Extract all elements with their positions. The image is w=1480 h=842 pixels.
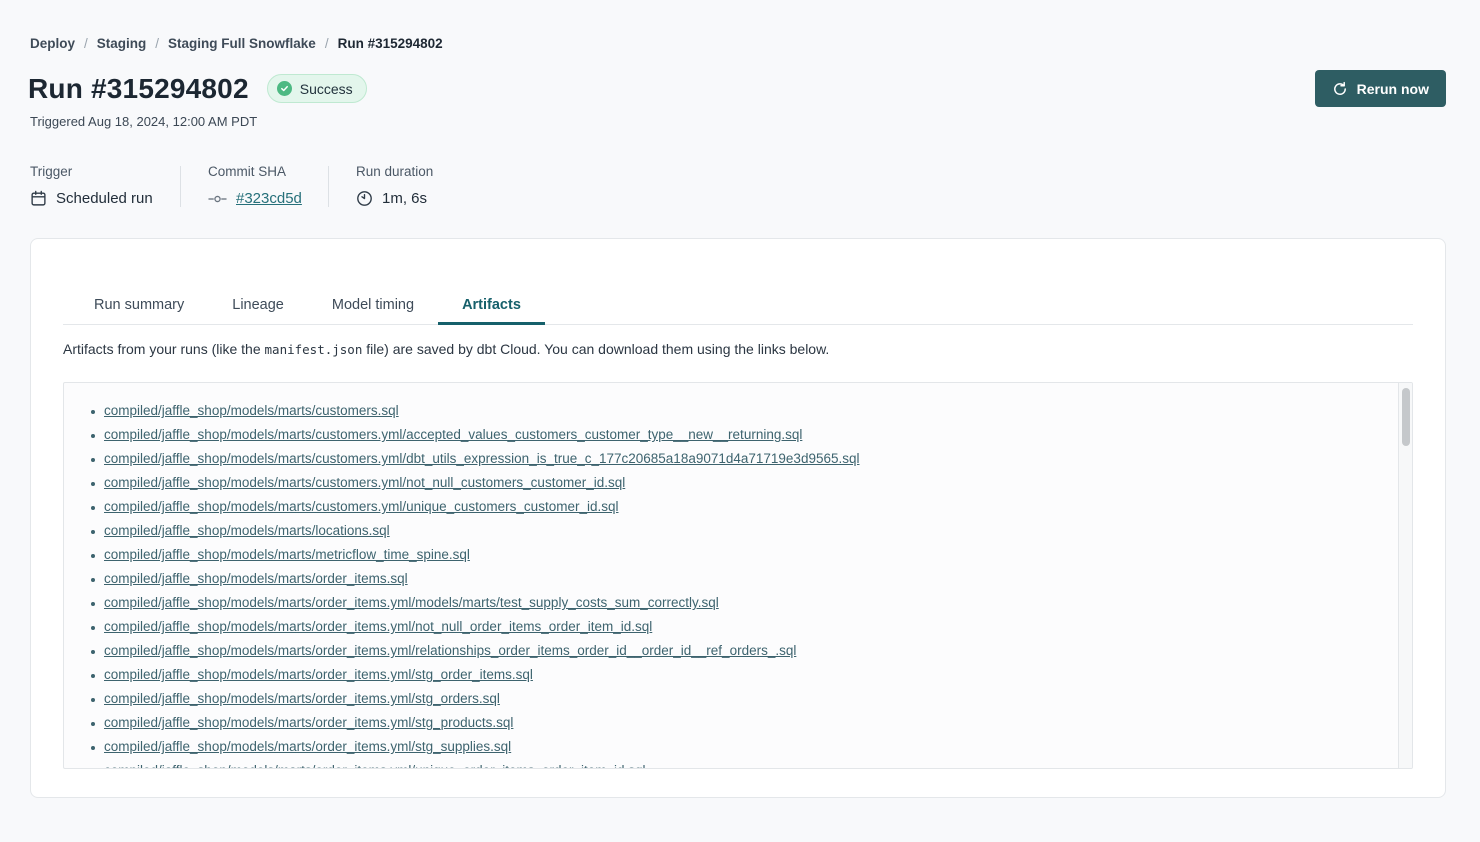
- list-item: compiled/jaffle_shop/models/marts/order_…: [104, 663, 1392, 687]
- artifact-link[interactable]: compiled/jaffle_shop/models/marts/order_…: [104, 715, 513, 730]
- list-item: compiled/jaffle_shop/models/marts/order_…: [104, 735, 1392, 759]
- artifact-link[interactable]: compiled/jaffle_shop/models/marts/order_…: [104, 595, 719, 610]
- artifact-link[interactable]: compiled/jaffle_shop/models/marts/order_…: [104, 691, 500, 706]
- success-check-icon: [277, 81, 292, 96]
- breadcrumb-staging[interactable]: Staging: [97, 36, 147, 51]
- refresh-icon: [1332, 81, 1348, 97]
- artifact-link[interactable]: compiled/jaffle_shop/models/marts/order_…: [104, 643, 796, 658]
- run-duration-label: Run duration: [356, 164, 433, 179]
- artifact-link[interactable]: compiled/jaffle_shop/models/marts/custom…: [104, 451, 860, 466]
- artifact-link[interactable]: compiled/jaffle_shop/models/marts/order_…: [104, 763, 646, 769]
- artifact-link[interactable]: compiled/jaffle_shop/models/marts/locati…: [104, 523, 390, 538]
- list-item: compiled/jaffle_shop/models/marts/order_…: [104, 759, 1392, 769]
- list-item: compiled/jaffle_shop/models/marts/custom…: [104, 447, 1392, 471]
- list-item: compiled/jaffle_shop/models/marts/custom…: [104, 495, 1392, 519]
- status-badge: Success: [267, 74, 367, 103]
- list-item: compiled/jaffle_shop/models/marts/order_…: [104, 567, 1392, 591]
- list-item: compiled/jaffle_shop/models/marts/custom…: [104, 423, 1392, 447]
- breadcrumb-current-run: Run #315294802: [338, 36, 443, 51]
- run-detail-card: Run summary Lineage Model timing Artifac…: [30, 238, 1446, 798]
- clock-icon: [356, 190, 373, 207]
- run-duration-value: 1m, 6s: [382, 190, 427, 207]
- tab-artifacts[interactable]: Artifacts: [438, 285, 545, 324]
- list-item: compiled/jaffle_shop/models/marts/custom…: [104, 471, 1392, 495]
- commit-sha-link[interactable]: #323cd5d: [236, 190, 302, 207]
- run-meta: Trigger Scheduled run Commit SHA #323cd5…: [30, 164, 433, 207]
- artifact-link[interactable]: compiled/jaffle_shop/models/marts/order_…: [104, 667, 533, 682]
- divider: [328, 166, 329, 207]
- meta-duration: Run duration 1m, 6s: [356, 164, 433, 207]
- breadcrumb-separator: /: [325, 36, 329, 51]
- commit-sha-label: Commit SHA: [208, 164, 301, 179]
- artifact-link[interactable]: compiled/jaffle_shop/models/marts/custom…: [104, 499, 618, 514]
- page-title: Run #315294802: [28, 73, 249, 105]
- artifact-link[interactable]: compiled/jaffle_shop/models/marts/order_…: [104, 619, 652, 634]
- list-item: compiled/jaffle_shop/models/marts/order_…: [104, 639, 1392, 663]
- tab-lineage[interactable]: Lineage: [208, 285, 308, 324]
- artifact-link[interactable]: compiled/jaffle_shop/models/marts/custom…: [104, 427, 802, 442]
- artifact-list: compiled/jaffle_shop/models/marts/custom…: [64, 383, 1412, 769]
- artifact-link[interactable]: compiled/jaffle_shop/models/marts/order_…: [104, 571, 408, 586]
- trigger-label: Trigger: [30, 164, 153, 179]
- header: Run #315294802 Success Rerun now: [28, 70, 1446, 107]
- meta-trigger: Trigger Scheduled run: [30, 164, 153, 207]
- breadcrumb-separator: /: [155, 36, 159, 51]
- list-item: compiled/jaffle_shop/models/marts/order_…: [104, 615, 1392, 639]
- list-item: compiled/jaffle_shop/models/marts/order_…: [104, 687, 1392, 711]
- rerun-now-label: Rerun now: [1357, 81, 1429, 97]
- artifacts-description: Artifacts from your runs (like the manif…: [63, 341, 1413, 357]
- artifact-link[interactable]: compiled/jaffle_shop/models/marts/custom…: [104, 403, 399, 418]
- list-item: compiled/jaffle_shop/models/marts/metric…: [104, 543, 1392, 567]
- run-detail-page: Deploy / Staging / Staging Full Snowflak…: [0, 0, 1480, 842]
- breadcrumb-separator: /: [84, 36, 88, 51]
- tab-run-summary[interactable]: Run summary: [70, 285, 208, 324]
- breadcrumb: Deploy / Staging / Staging Full Snowflak…: [30, 36, 443, 51]
- divider: [180, 166, 181, 207]
- artifact-link[interactable]: compiled/jaffle_shop/models/marts/custom…: [104, 475, 625, 490]
- scrollbar[interactable]: [1398, 383, 1412, 768]
- triggered-timestamp: Triggered Aug 18, 2024, 12:00 AM PDT: [30, 114, 257, 129]
- git-commit-icon: [208, 193, 227, 205]
- trigger-value: Scheduled run: [56, 190, 153, 207]
- list-item: compiled/jaffle_shop/models/marts/order_…: [104, 591, 1392, 615]
- list-item: compiled/jaffle_shop/models/marts/order_…: [104, 711, 1392, 735]
- artifact-list-panel: compiled/jaffle_shop/models/marts/custom…: [63, 382, 1413, 769]
- breadcrumb-staging-full-snowflake[interactable]: Staging Full Snowflake: [168, 36, 316, 51]
- list-item: compiled/jaffle_shop/models/marts/custom…: [104, 399, 1392, 423]
- tab-model-timing[interactable]: Model timing: [308, 285, 438, 324]
- breadcrumb-deploy[interactable]: Deploy: [30, 36, 75, 51]
- artifact-link[interactable]: compiled/jaffle_shop/models/marts/metric…: [104, 547, 470, 562]
- scrollbar-thumb[interactable]: [1402, 388, 1410, 446]
- tab-bar: Run summary Lineage Model timing Artifac…: [63, 285, 1413, 325]
- list-item: compiled/jaffle_shop/models/marts/locati…: [104, 519, 1392, 543]
- rerun-now-button[interactable]: Rerun now: [1315, 70, 1446, 107]
- status-badge-label: Success: [300, 81, 353, 97]
- meta-commit: Commit SHA #323cd5d: [208, 164, 301, 207]
- artifact-link[interactable]: compiled/jaffle_shop/models/marts/order_…: [104, 739, 511, 754]
- calendar-icon: [30, 190, 47, 207]
- manifest-json-code: manifest.json: [265, 342, 363, 357]
